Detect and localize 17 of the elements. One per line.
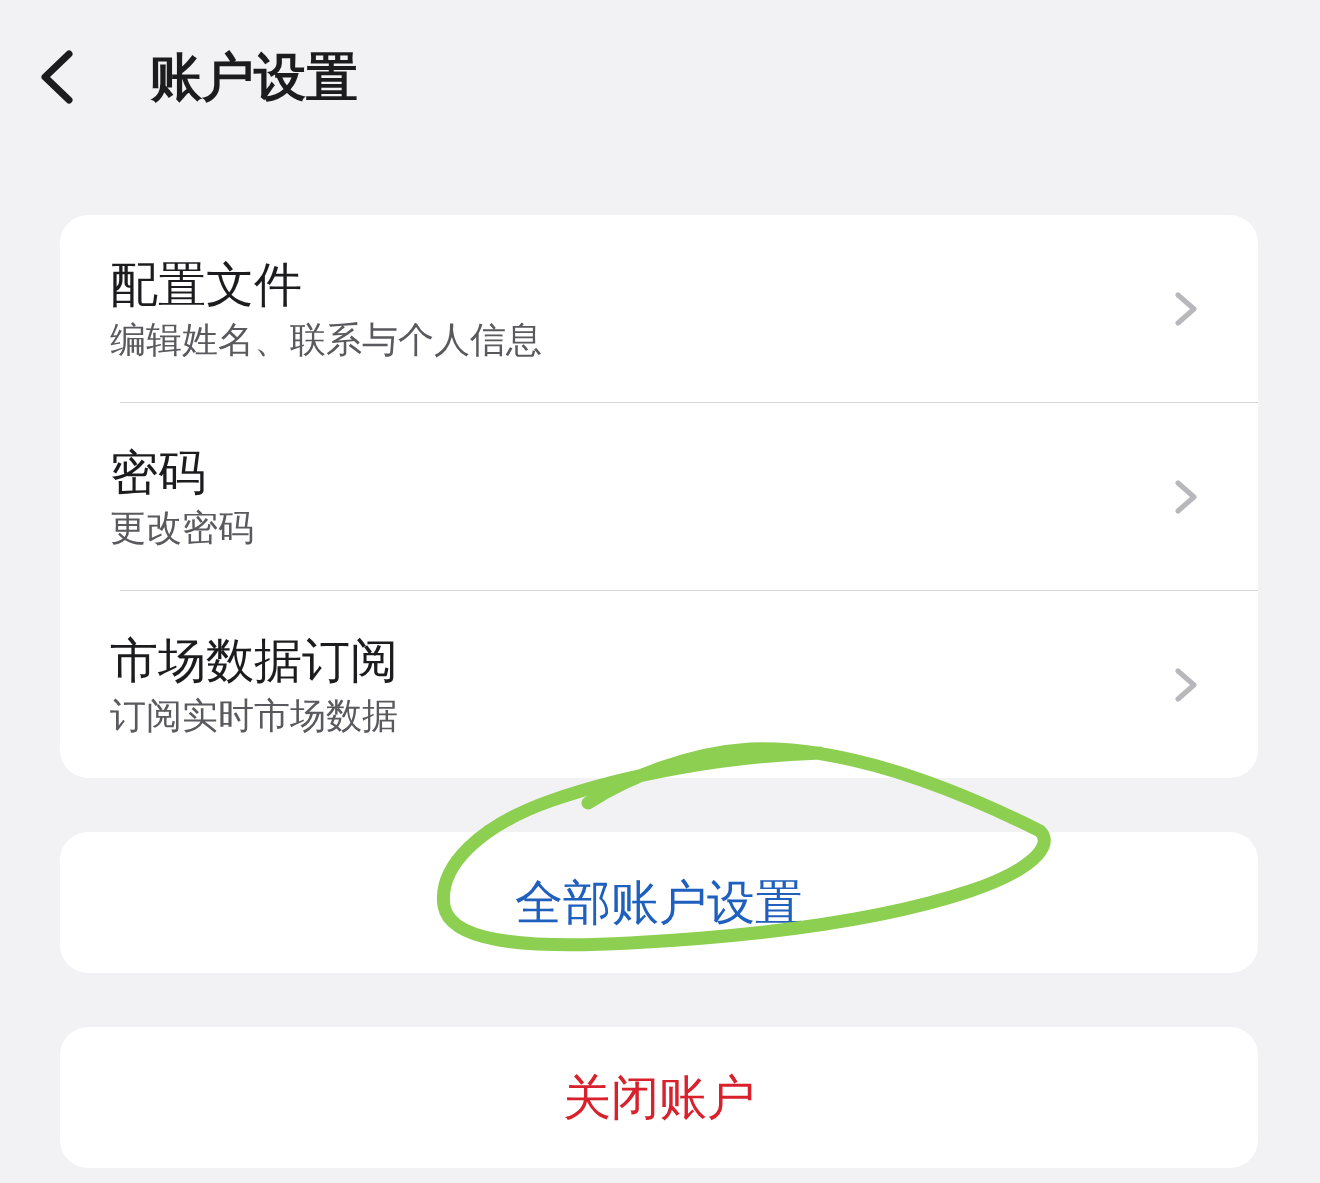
chevron-right-icon (1175, 291, 1197, 326)
back-chevron-icon (40, 50, 74, 104)
settings-item[interactable]: 密码 更改密码 (60, 403, 1258, 590)
all-settings-link[interactable]: 全部账户设置 (515, 873, 803, 932)
item-subtitle: 编辑姓名、联系与个人信息 (110, 317, 542, 361)
page-title: 账户设置 (150, 45, 358, 109)
back-button[interactable] (40, 50, 74, 104)
settings-item[interactable]: 市场数据订阅 订阅实时市场数据 (60, 591, 1258, 778)
close-account-button[interactable]: 关闭账户 (563, 1068, 755, 1127)
settings-item[interactable]: 配置文件 编辑姓名、联系与个人信息 (60, 215, 1258, 402)
item-title: 密码 (110, 444, 206, 502)
item-title: 配置文件 (110, 256, 302, 314)
item-subtitle: 订阅实时市场数据 (110, 693, 398, 737)
item-title: 市场数据订阅 (110, 632, 398, 690)
chevron-right-icon (1175, 479, 1197, 514)
chevron-right-icon (1175, 667, 1197, 702)
item-subtitle: 更改密码 (110, 505, 254, 549)
